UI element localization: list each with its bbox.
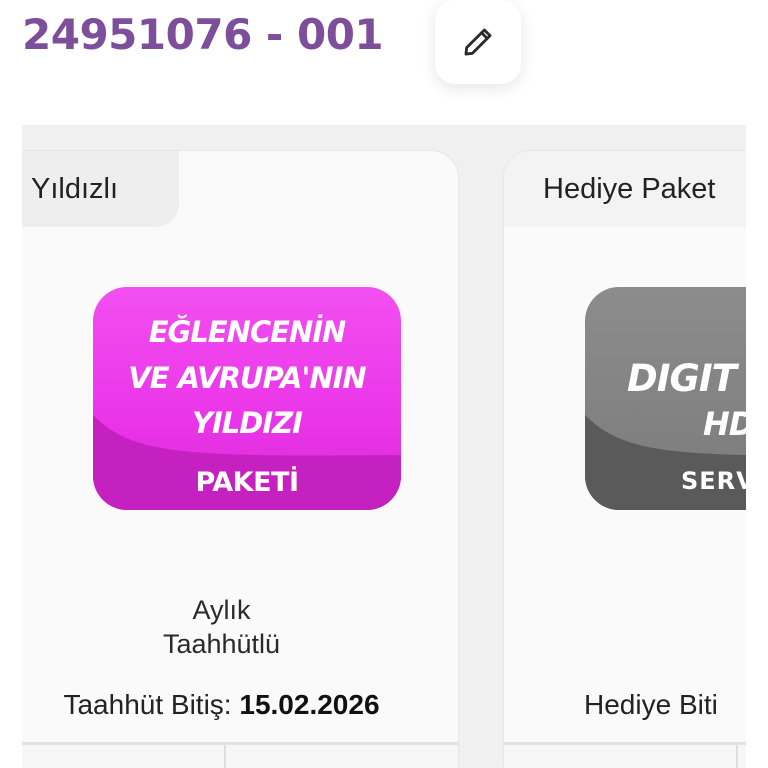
commitment-type: Aylık Taahhütlü	[22, 593, 458, 661]
package-tab-label: Hediye Paket	[504, 151, 746, 227]
package-logo: EĞLENCENİN VE AVRUPA'NIN YILDIZI PAKETİ	[93, 287, 401, 510]
gift-end-label: Hediye Biti	[584, 689, 718, 720]
term-line: Aylık	[192, 595, 251, 625]
logo-text-line: EĞLENCENİN	[148, 315, 347, 349]
logo-text-line: SERV	[681, 467, 746, 495]
term-line: Taahhütlü	[162, 629, 281, 659]
logo-text-line: YILDIZI	[192, 406, 303, 440]
packages-carousel[interactable]: Yıldızlı EĞLENCENİN VE AVRUPA'NIN YILDIZ…	[22, 125, 746, 768]
package-logo: DIGIT HD SERV	[585, 287, 746, 510]
commitment-end: Taahhüt Bitiş: 15.02.2026	[22, 689, 458, 721]
footer-divider	[736, 745, 738, 768]
logo-text-line: VE AVRUPA'NIN	[128, 361, 366, 395]
account-number: 24951076 - 001	[22, 10, 384, 59]
package-tab-label: Yıldızlı	[22, 151, 179, 227]
card-footer	[22, 742, 458, 768]
package-card[interactable]: Hediye Paket DIGIT HD SERV Hediye Biti	[503, 150, 746, 768]
package-card[interactable]: Yıldızlı EĞLENCENİN VE AVRUPA'NIN YILDIZ…	[22, 150, 459, 768]
header: 24951076 - 001	[0, 0, 768, 125]
logo-text-line: PAKETİ	[195, 467, 299, 498]
logo-text-line: HD	[703, 405, 746, 443]
commitment-end-label: Taahhüt Bitiş:	[63, 689, 232, 720]
edit-button[interactable]	[435, 0, 521, 84]
logo-text-line: DIGIT	[627, 357, 737, 400]
pencil-icon	[464, 28, 492, 56]
card-footer	[504, 742, 746, 768]
commitment-end-date: 15.02.2026	[239, 689, 380, 720]
footer-divider	[224, 745, 226, 768]
